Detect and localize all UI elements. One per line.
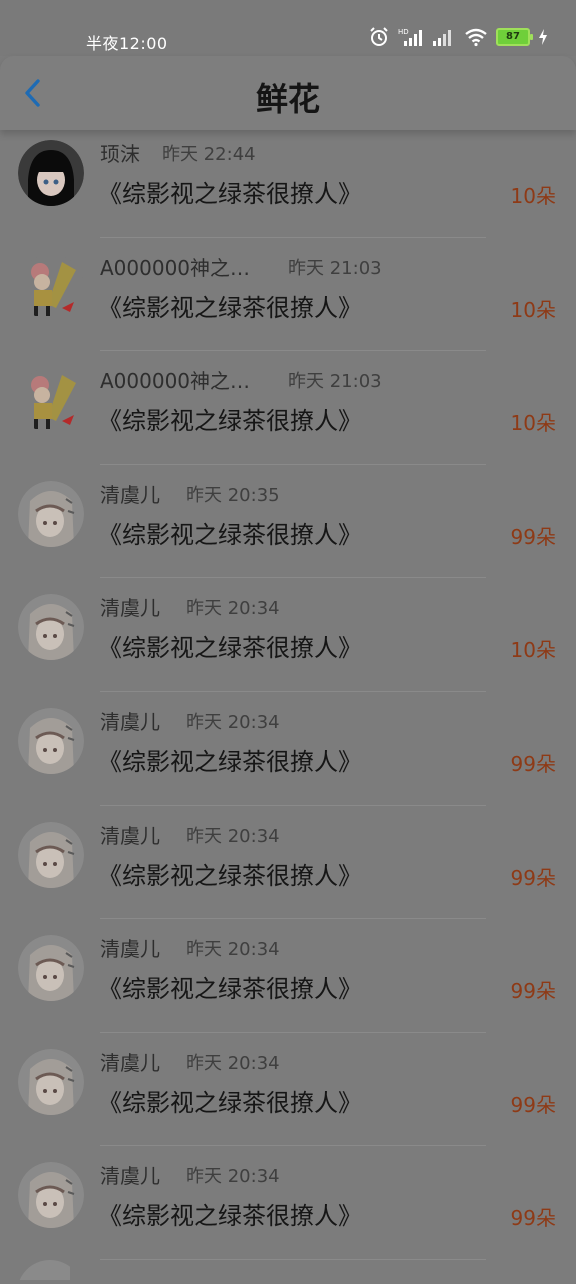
- user-name: 清虞儿: [100, 596, 160, 621]
- flower-count: 99朵: [510, 865, 556, 890]
- timestamp: 昨天 20:35: [186, 484, 280, 506]
- list-item[interactable]: A000000神之… 昨天 21:03 《综影视之绿茶很撩人》 10朵: [0, 238, 576, 352]
- avatar[interactable]: [18, 367, 84, 434]
- timestamp: 昨天 20:34: [186, 1052, 280, 1074]
- battery-icon: 87: [496, 28, 533, 46]
- flower-count: 99朵: [510, 524, 556, 549]
- flower-count: 99朵: [510, 751, 556, 776]
- charging-icon: [539, 29, 547, 45]
- flower-count: 99朵: [510, 1206, 556, 1231]
- flower-count: 99朵: [510, 979, 556, 1004]
- wifi-icon: [465, 28, 487, 47]
- avatar[interactable]: [18, 140, 84, 206]
- alarm-icon: [370, 27, 388, 46]
- timestamp: 昨天 20:34: [186, 598, 280, 620]
- timestamp: 昨天 21:03: [288, 371, 382, 393]
- book-title: 《综影视之绿茶很撩人》: [98, 1202, 362, 1231]
- status-time: 半夜12:00: [86, 34, 168, 53]
- timestamp: 昨天 20:34: [186, 939, 280, 961]
- book-title: 《综影视之绿茶很撩人》: [98, 634, 362, 663]
- book-title: 《综影视之绿茶很撩人》: [98, 975, 362, 1004]
- list-item[interactable]: 清虞儿 昨天 20:34 《综影视之绿茶很撩人》 99朵: [0, 919, 576, 1033]
- book-title: 《综影视之绿茶很撩人》: [98, 407, 362, 436]
- timestamp: 昨天 20:34: [186, 1166, 280, 1188]
- avatar-partial: [18, 1260, 82, 1284]
- flower-count: 10朵: [510, 297, 556, 322]
- user-name: 清虞儿: [100, 1164, 160, 1189]
- list-item[interactable]: 清虞儿 昨天 20:34 《综影视之绿茶很撩人》 99朵: [0, 692, 576, 806]
- timestamp: 昨天 20:34: [186, 711, 280, 733]
- list-item[interactable]: 清虞儿 昨天 20:35 《综影视之绿茶很撩人》 99朵: [0, 465, 576, 579]
- avatar[interactable]: [18, 480, 84, 547]
- timestamp: 昨天 22:44: [162, 144, 256, 165]
- hd-signal-icon: HD: [398, 28, 422, 46]
- timestamp: 昨天 21:03: [288, 257, 382, 279]
- flower-count: 10朵: [510, 411, 556, 436]
- user-name: 清虞儿: [100, 482, 160, 507]
- user-name: 清虞儿: [100, 709, 160, 734]
- list-item[interactable]: 清虞儿 昨天 20:34 《综影视之绿茶很撩人》 99朵: [0, 806, 576, 920]
- user-name: 顼沫: [100, 142, 140, 166]
- header: 鲜花: [0, 56, 576, 130]
- avatar[interactable]: [18, 1162, 84, 1229]
- book-title: 《综影视之绿茶很撩人》: [98, 747, 362, 776]
- list-item[interactable]: 清虞儿 昨天 20:34 《综影视之绿茶很撩人》 99朵: [0, 1146, 576, 1260]
- flower-count: 10朵: [510, 638, 556, 663]
- partial-row: [0, 1260, 576, 1284]
- flower-count: 99朵: [510, 1092, 556, 1117]
- list-item[interactable]: 顼沫 昨天 22:44 《综影视之绿茶很撩人》 10朵: [0, 124, 576, 238]
- user-name: A000000神之…: [100, 255, 251, 280]
- book-title: 《综影视之绿茶很撩人》: [98, 180, 362, 208]
- avatar[interactable]: [18, 594, 84, 661]
- flower-list: 顼沫 昨天 22:44 《综影视之绿茶很撩人》 10朵 A000000神之… 昨…: [0, 124, 576, 1260]
- page-title: 鲜花: [255, 80, 320, 118]
- list-item[interactable]: 清虞儿 昨天 20:34 《综影视之绿茶很撩人》 99朵: [0, 1033, 576, 1147]
- book-title: 《综影视之绿茶很撩人》: [98, 1088, 362, 1117]
- avatar[interactable]: [18, 821, 84, 888]
- user-name: 清虞儿: [100, 1050, 160, 1075]
- book-title: 《综影视之绿茶很撩人》: [98, 861, 362, 890]
- user-name: 清虞儿: [100, 823, 160, 848]
- battery-level: 87: [506, 31, 520, 42]
- list-item[interactable]: 清虞儿 昨天 20:34 《综影视之绿茶很撩人》 10朵: [0, 578, 576, 692]
- status-icons: HD 87: [368, 26, 548, 48]
- avatar[interactable]: [18, 253, 84, 320]
- flower-count: 10朵: [510, 184, 556, 208]
- avatar[interactable]: [18, 935, 84, 1002]
- list-item[interactable]: A000000神之… 昨天 21:03 《综影视之绿茶很撩人》 10朵: [0, 351, 576, 465]
- avatar[interactable]: [18, 707, 84, 774]
- book-title: 《综影视之绿茶很撩人》: [98, 293, 362, 322]
- svg-text:HD: HD: [398, 28, 409, 36]
- status-bar: 半夜12:00 HD 87: [0, 0, 576, 56]
- user-name: 清虞儿: [100, 937, 160, 962]
- signal-icon: [433, 30, 451, 46]
- book-title: 《综影视之绿茶很撩人》: [98, 520, 362, 549]
- avatar[interactable]: [18, 1048, 84, 1115]
- user-name: A000000神之…: [100, 369, 251, 394]
- timestamp: 昨天 20:34: [186, 825, 280, 847]
